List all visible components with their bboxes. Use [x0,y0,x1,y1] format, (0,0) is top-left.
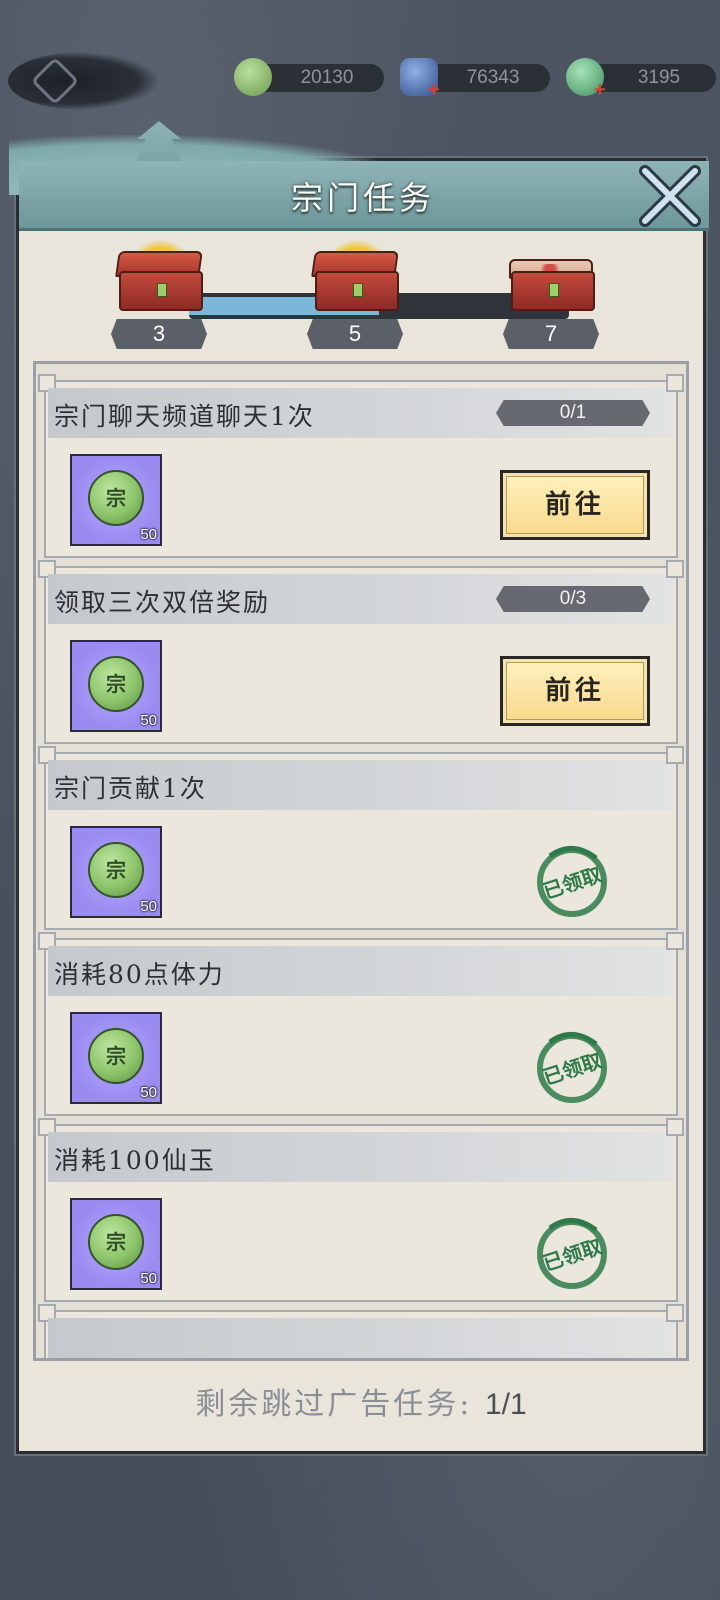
task-item: 宗门贡献1次 宗 50 已领取 [38,746,684,930]
sect-token-icon: 宗 [88,1028,144,1084]
skip-ad-label: 剩余跳过广告任务: [195,1387,473,1422]
claimed-stamp-icon: 已领取 [530,1026,614,1110]
reward-quantity: 50 [140,526,157,543]
task-item-partial [38,1304,684,1358]
task-progress: 0/1 [496,400,650,426]
task-header: 宗门聊天频道聊天1次 0/1 [48,388,674,438]
claimed-stamp-icon: 已领取 [530,1212,614,1296]
chest-clasp [353,283,363,297]
task-item: 宗门聊天频道聊天1次 0/1 宗 50 前往 [38,374,684,558]
milestone-label: 7 [503,319,599,349]
go-button[interactable]: 前往 [500,656,650,726]
task-item: 消耗100仙玉 宗 50 已领取 [38,1118,684,1302]
task-name: 宗门聊天频道聊天1次 [54,402,315,431]
sect-token-icon: 宗 [88,1214,144,1270]
currency-blue-stone[interactable]: + 76343 [400,58,550,100]
reward-quantity: 50 [140,1084,157,1101]
close-button[interactable] [635,161,705,231]
reward-quantity: 50 [140,1270,157,1287]
top-bar: 20130 + 76343 + 3195 [0,52,720,112]
chest-clasp [157,283,167,297]
task-name: 领取三次双倍奖励 [54,588,271,617]
task-header: 领取三次双倍奖励 0/3 [48,574,674,624]
add-icon[interactable]: + [428,80,440,100]
sect-token-icon: 宗 [88,470,144,526]
task-progress: 0/3 [496,586,650,612]
task-name: 消耗100仙玉 [54,1146,216,1175]
milestone-label: 3 [111,319,207,349]
currency-value: 3195 [637,67,681,88]
chest-milestone-7[interactable] [503,237,599,313]
currency-value: 76343 [466,67,520,88]
reward-item[interactable]: 宗 50 [70,640,162,732]
sect-logo-icon [30,56,80,106]
task-name: 宗门贡献1次 [54,774,207,803]
currency-value: 20130 [300,67,354,88]
claimed-stamp-icon: 已领取 [530,840,614,924]
progress-row: 3 5 7 [19,231,703,351]
currency-sect-token[interactable]: 20130 [234,58,384,96]
chest-milestone-5[interactable] [307,237,403,313]
task-header [48,1318,674,1358]
chest-clasp [549,283,559,297]
close-icon [639,165,701,227]
sect-token-icon [234,58,272,96]
skip-ad-value: 1/1 [484,1388,527,1421]
reward-quantity: 50 [140,898,157,915]
task-list[interactable]: 宗门聊天频道聊天1次 0/1 宗 50 前往 领取三次双倍奖励 0/3 宗 50… [33,361,689,1361]
reward-item[interactable]: 宗 50 [70,1012,162,1104]
task-header: 消耗100仙玉 [48,1132,674,1182]
stamp-label: 已领取 [540,1234,604,1275]
back-button[interactable] [8,52,158,110]
task-header: 宗门贡献1次 [48,760,674,810]
chest-milestone-3[interactable] [111,237,207,313]
reward-quantity: 50 [140,712,157,729]
sect-task-panel: 宗门任务 3 5 7 宗门聊天频道聊天1次 0/1 宗 50 前往 领取三次双倍… [9,121,709,1454]
sect-token-icon: 宗 [88,656,144,712]
panel-title: 宗门任务 [290,179,435,217]
task-item: 领取三次双倍奖励 0/3 宗 50 前往 [38,560,684,744]
stamp-label: 已领取 [540,1048,604,1089]
task-item: 消耗80点体力 宗 50 已领取 [38,932,684,1116]
reward-item[interactable]: 宗 50 [70,454,162,546]
task-name: 消耗80点体力 [54,960,225,989]
currency-green-bag[interactable]: + 3195 [566,58,716,100]
skip-ad-counter: 剩余跳过广告任务: 1/1 [19,1379,703,1423]
go-button[interactable]: 前往 [500,470,650,540]
add-icon[interactable]: + [594,80,606,100]
milestone-label: 5 [307,319,403,349]
sect-token-icon: 宗 [88,842,144,898]
panel-header: 宗门任务 [9,121,717,231]
reward-item[interactable]: 宗 50 [70,826,162,918]
stamp-label: 已领取 [540,862,604,903]
reward-item[interactable]: 宗 50 [70,1198,162,1290]
task-header: 消耗80点体力 [48,946,674,996]
